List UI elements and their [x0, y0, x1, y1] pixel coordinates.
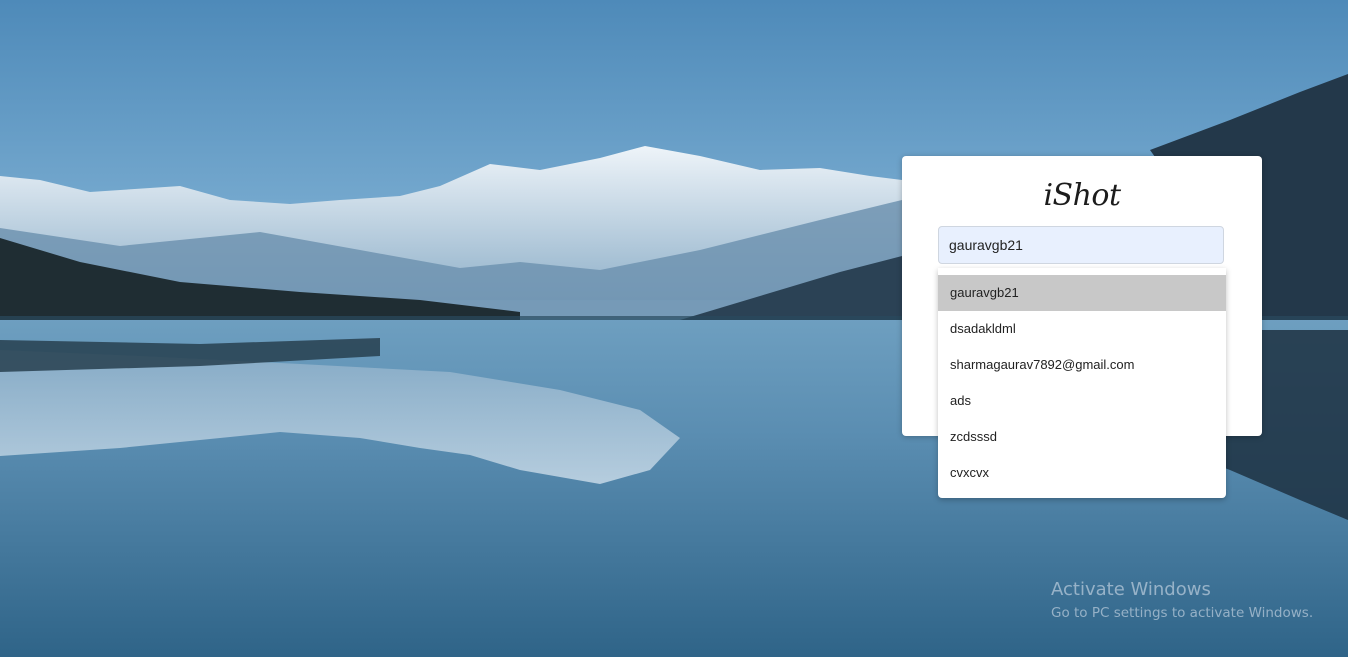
autocomplete-item[interactable]: ads — [938, 383, 1226, 419]
brand-logo: iShot — [1043, 178, 1121, 213]
watermark-subtitle: Go to PC settings to activate Windows. — [1051, 605, 1314, 621]
autocomplete-item[interactable]: sharmagaurav7892@gmail.com — [938, 347, 1226, 383]
watermark-title: Activate Windows — [1051, 579, 1211, 600]
autocomplete-item[interactable]: dsadakldml — [938, 311, 1226, 347]
autocomplete-item[interactable]: gauravgb21 — [938, 275, 1226, 311]
autocomplete-item[interactable]: cvxcvx — [938, 455, 1226, 491]
username-input[interactable] — [938, 226, 1224, 264]
autocomplete-dropdown: gauravgb21 dsadakldml sharmagaurav7892@g… — [938, 268, 1226, 498]
autocomplete-item[interactable]: zcdsssd — [938, 419, 1226, 455]
activate-windows-watermark: Activate Windows Go to PC settings to ac… — [1051, 578, 1313, 624]
